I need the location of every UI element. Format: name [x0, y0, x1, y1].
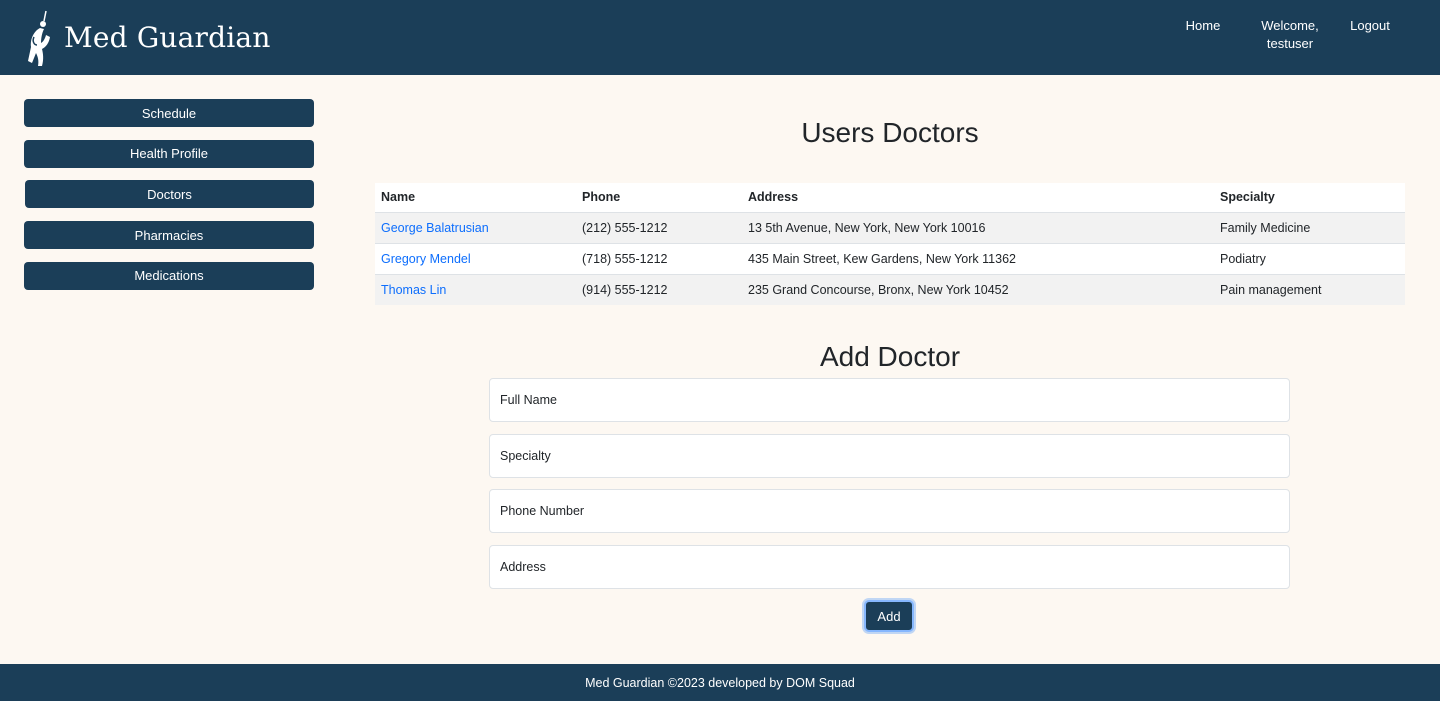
doctor-name-cell: George Balatrusian [375, 212, 576, 243]
nav-welcome[interactable]: Welcome, testuser [1250, 17, 1330, 53]
column-header-name: Name [381, 190, 416, 205]
doctor-name-link[interactable]: Thomas Lin [381, 283, 446, 297]
add-doctor-form: Add [489, 378, 1290, 632]
guardian-figure-icon [28, 10, 50, 66]
nav-home-link[interactable]: Home [1173, 17, 1233, 35]
doctor-specialty-cell: Family Medicine [1220, 220, 1311, 235]
doctor-phone-cell: (914) 555-1212 [582, 282, 668, 297]
doctor-specialty-cell: Podiatry [1220, 251, 1266, 266]
doctor-phone-cell: (212) 555-1212 [582, 220, 668, 235]
specialty-input[interactable] [489, 433, 1290, 478]
sidebar-item-medications[interactable]: Medications [24, 261, 314, 290]
table-row: Gregory Mendel (718) 555-1212 435 Main S… [375, 243, 1405, 274]
doctors-table: Name Phone Address Specialty George Bala… [375, 183, 1405, 305]
sidebar: Schedule Health Profile Doctors Pharmaci… [24, 99, 314, 302]
username: testuser [1266, 36, 1314, 51]
address-input[interactable] [489, 545, 1290, 590]
table-row: Thomas Lin (914) 555-1212 235 Grand Conc… [375, 274, 1405, 305]
column-header-phone: Phone [582, 190, 621, 205]
doctor-address-cell: 235 Grand Concourse, Bronx, New York 104… [748, 282, 1009, 297]
add-doctor-button[interactable]: Add [864, 600, 914, 632]
column-header-specialty: Specialty [1220, 190, 1275, 205]
nav-logout-link[interactable]: Logout [1340, 17, 1400, 35]
sidebar-item-pharmacies[interactable]: Pharmacies [24, 221, 314, 250]
doctor-phone-cell: (718) 555-1212 [582, 251, 668, 266]
sidebar-item-schedule[interactable]: Schedule [24, 99, 314, 127]
table-row: George Balatrusian (212) 555-1212 13 5th… [375, 212, 1405, 243]
sidebar-item-doctors[interactable]: Doctors [25, 180, 314, 209]
doctor-address-cell: 13 5th Avenue, New York, New York 10016 [748, 220, 986, 235]
footer-text: Med Guardian ©2023 developed by DOM Squa… [585, 675, 855, 690]
doctor-name-cell: Gregory Mendel [375, 243, 576, 274]
doctor-specialty-cell: Pain management [1220, 282, 1322, 297]
add-doctor-title: Add Doctor [819, 341, 961, 372]
full-name-input[interactable] [489, 378, 1290, 422]
doctor-name-cell: Thomas Lin [375, 274, 576, 305]
main-content: Users Doctors Name Phone Address Special… [375, 75, 1405, 632]
welcome-text: Welcome, [1261, 18, 1319, 33]
doctor-name-link[interactable]: George Balatrusian [381, 221, 489, 235]
column-header-address: Address [748, 190, 799, 205]
table-header-row: Name Phone Address Specialty [375, 183, 1405, 212]
doctor-name-link[interactable]: Gregory Mendel [381, 252, 471, 266]
page-title: Users Doctors [801, 117, 979, 148]
phone-number-input[interactable] [489, 489, 1290, 534]
brand[interactable]: Med Guardian [24, 9, 271, 67]
brand-name: Med Guardian [64, 21, 271, 54]
top-navbar: Med Guardian Home Welcome, testuser Logo… [0, 0, 1440, 75]
doctor-address-cell: 435 Main Street, Kew Gardens, New York 1… [748, 251, 1016, 266]
sidebar-item-health-profile[interactable]: Health Profile [24, 139, 314, 168]
footer: Med Guardian ©2023 developed by DOM Squa… [0, 664, 1440, 701]
